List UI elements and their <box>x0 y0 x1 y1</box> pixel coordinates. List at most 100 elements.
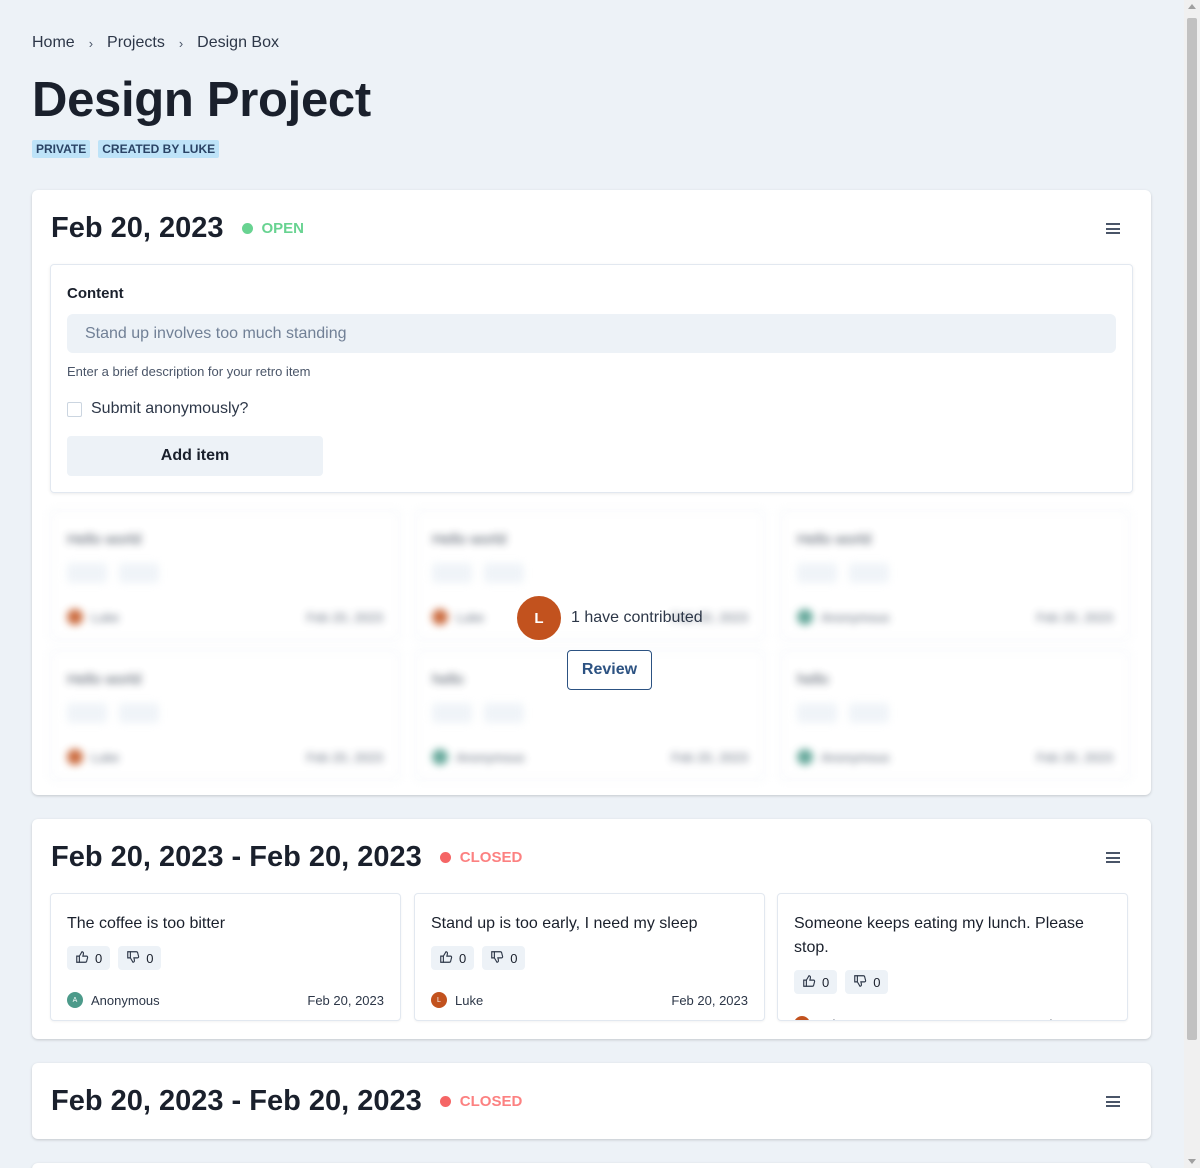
downvote-button[interactable]: 0 <box>845 970 889 994</box>
scroll-up-icon[interactable] <box>1188 4 1196 9</box>
item-date: Feb 20, 2023 <box>1036 750 1113 765</box>
retro-card-open: Feb 20, 2023 OPEN Content Enter a brief … <box>32 190 1151 795</box>
item-text: hello <box>432 671 464 688</box>
blurred-retro-item: Hello world Luke Feb 20, 2023 <box>50 650 400 780</box>
item-author-group: L Luke <box>431 992 483 1008</box>
scrollbar[interactable] <box>1184 0 1200 1168</box>
upvote-button[interactable]: 0 <box>794 970 838 994</box>
page-title: Design Project <box>32 73 371 127</box>
downvote-button <box>849 703 889 723</box>
menu-icon[interactable] <box>1106 852 1120 863</box>
status-label: CLOSED <box>459 849 523 866</box>
scrollbar-thumb[interactable] <box>1187 18 1197 1040</box>
item-author: Luke <box>456 610 485 625</box>
item-date: Feb 20, 2023 <box>1036 610 1113 625</box>
status-label: CLOSED <box>459 1093 523 1110</box>
downvote-button[interactable]: 0 <box>118 946 162 970</box>
upvote-button[interactable]: 0 <box>67 946 111 970</box>
item-text: The coffee is too bitter <box>67 915 226 932</box>
item-text: Hello world <box>67 531 142 548</box>
item-date: Feb 20, 2023 <box>671 750 748 765</box>
item-author: Luke <box>818 1017 846 1021</box>
item-text: Hello world <box>797 531 872 548</box>
upvote-count: 0 <box>459 950 467 966</box>
breadcrumb-design-box[interactable]: Design Box <box>197 34 279 52</box>
add-item-form: Content Enter a brief description for yo… <box>50 264 1133 493</box>
status-label: OPEN <box>261 220 305 237</box>
item-footer: L Luke Feb 20, 2023 <box>794 1016 1111 1021</box>
add-item-button[interactable]: Add item <box>67 436 323 476</box>
downvote-button <box>484 703 524 723</box>
downvote-button <box>849 563 889 583</box>
status-dot-icon <box>439 1096 451 1107</box>
item-author: Anonymous <box>821 750 890 765</box>
downvote-button[interactable]: 0 <box>482 946 526 970</box>
item-date: Feb 20, 2023 <box>1034 1017 1111 1021</box>
vote-group: 00 <box>431 946 526 970</box>
item-author: Anonymous <box>821 610 890 625</box>
downvote-count: 0 <box>510 950 518 966</box>
vote-group: 00 <box>67 946 162 970</box>
avatar <box>432 609 448 625</box>
menu-icon[interactable] <box>1106 223 1120 234</box>
private-badge: PRIVATE <box>32 140 91 158</box>
anonymous-label: Submit anonymously? <box>91 400 249 417</box>
upvote-count: 0 <box>95 950 103 966</box>
content-input[interactable] <box>67 314 1116 353</box>
thumbs-up-icon <box>75 950 89 967</box>
upvote-button <box>797 703 837 723</box>
status-dot-icon <box>439 852 451 863</box>
blurred-retro-item: hello Anonymous Feb 20, 2023 <box>780 650 1130 780</box>
retro-title: Feb 20, 2023 - Feb 20, 2023 <box>51 841 422 873</box>
thumbs-down-icon <box>126 950 140 967</box>
retro-item: Stand up is too early, I need my sleep 0 0… <box>414 893 765 1021</box>
item-text: Stand up is too early, I need my sleep <box>431 915 698 932</box>
blurred-items: Hello world Luke Feb 20, 2023 Hello world Lu… <box>50 510 1133 780</box>
status-dot-icon <box>241 223 253 234</box>
anonymous-checkbox[interactable] <box>67 401 82 417</box>
avatar <box>797 609 813 625</box>
status-badge: OPEN <box>241 220 305 237</box>
menu-icon[interactable] <box>1106 1096 1120 1107</box>
item-author: Luke <box>91 750 120 765</box>
breadcrumb: Home › Projects › Design Box <box>32 34 279 52</box>
item-author: Anonymous <box>456 750 525 765</box>
item-text: Hello world <box>67 671 142 688</box>
item-text: Hello world <box>432 531 507 548</box>
retro-item: The coffee is too bitter 0 0 A Anonymous Feb … <box>50 893 401 1021</box>
review-button[interactable]: Review <box>567 650 652 690</box>
anonymous-option[interactable]: Submit anonymously? <box>67 400 248 418</box>
item-footer: L Luke Feb 20, 2023 <box>431 992 748 1008</box>
avatar <box>432 749 448 765</box>
upvote-count: 0 <box>822 974 830 990</box>
downvote-count: 0 <box>146 950 154 966</box>
contributors-summary: L 1 have contributed <box>515 594 703 642</box>
downvote-button <box>119 703 159 723</box>
breadcrumb-projects[interactable]: Projects <box>107 34 165 52</box>
retro-card-partial <box>32 1163 1151 1168</box>
blurred-items-grid: Hello world Luke Feb 20, 2023 Hello world Lu… <box>50 510 1133 780</box>
downvote-button <box>119 563 159 583</box>
item-author: Luke <box>91 610 120 625</box>
item-author-group: A Anonymous <box>67 992 160 1008</box>
badge-group: PRIVATE CREATED BY LUKE <box>32 140 220 158</box>
breadcrumb-home[interactable]: Home <box>32 34 75 52</box>
upvote-button <box>432 563 472 583</box>
avatar: L <box>794 1016 810 1020</box>
blurred-retro-item: Hello world Anonymous Feb 20, 2023 <box>780 510 1130 640</box>
upvote-button[interactable]: 0 <box>431 946 475 970</box>
item-date: Feb 20, 2023 <box>306 610 383 625</box>
scroll-down-icon[interactable] <box>1188 1159 1196 1164</box>
item-author: Anonymous <box>91 992 160 1008</box>
avatar: A <box>67 992 83 1008</box>
creator-badge: CREATED BY LUKE <box>98 140 220 158</box>
content-label: Content <box>67 285 124 302</box>
thumbs-up-icon <box>439 950 453 967</box>
chevron-right-icon: › <box>178 35 184 51</box>
contributors-text: 1 have contributed <box>571 609 703 626</box>
retro-card-closed: Feb 20, 2023 - Feb 20, 2023 CLOSED The c… <box>32 819 1151 1039</box>
retro-title: Feb 20, 2023 <box>51 212 224 244</box>
item-footer: A Anonymous Feb 20, 2023 <box>67 992 384 1008</box>
blurred-retro-item: Hello world Luke Feb 20, 2023 <box>50 510 400 640</box>
avatar: L <box>515 594 563 642</box>
